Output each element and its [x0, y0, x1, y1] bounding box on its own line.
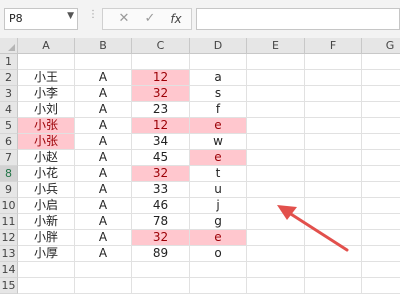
arrow-shaft — [281, 207, 349, 252]
annotation-arrow — [277, 205, 349, 252]
